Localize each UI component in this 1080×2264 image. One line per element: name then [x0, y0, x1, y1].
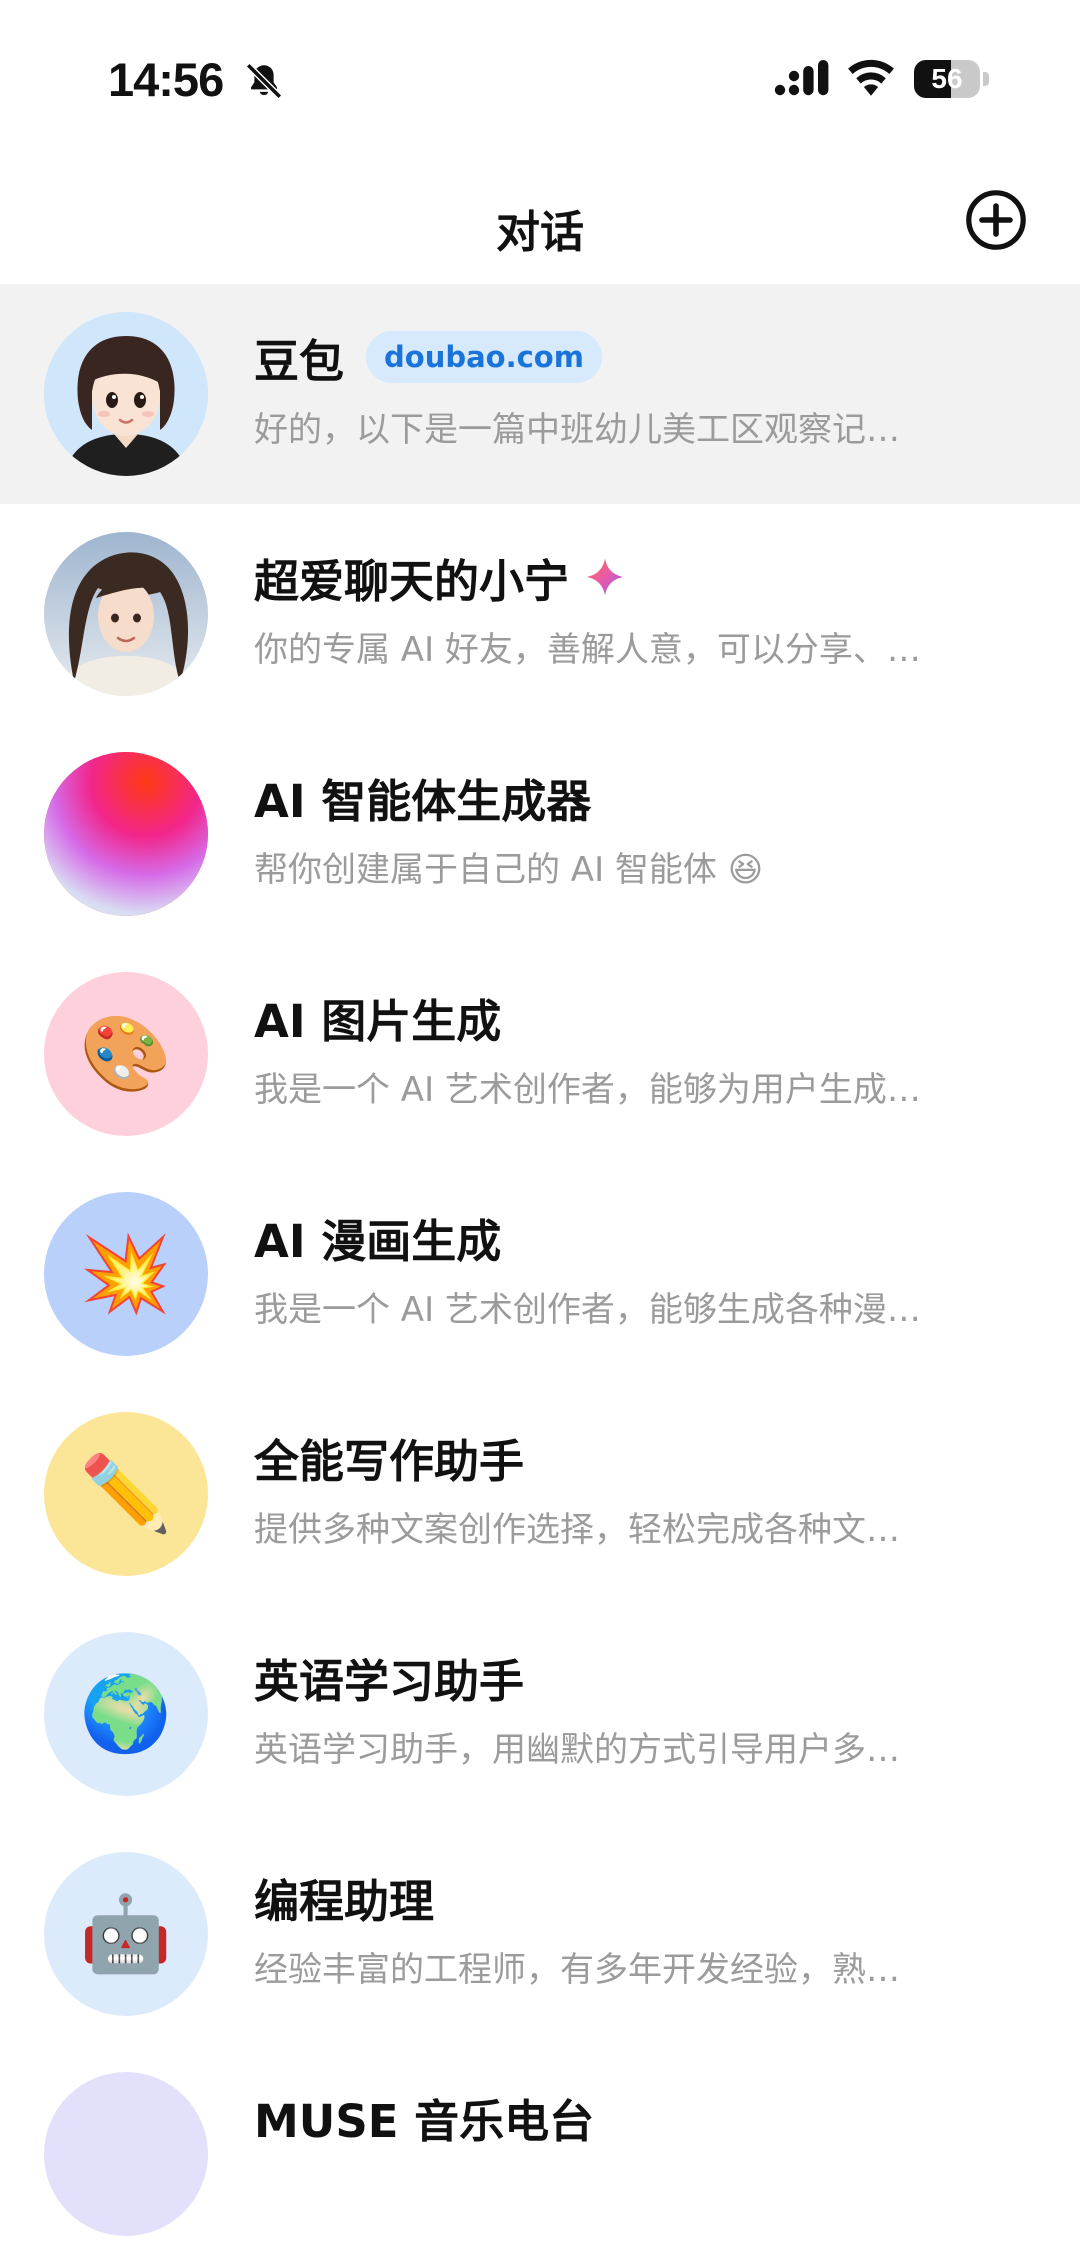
wifi-icon — [848, 59, 894, 96]
avatar[interactable]: 🎨 — [44, 972, 208, 1136]
bell-slash-icon — [246, 63, 282, 99]
domain-badge: doubao.com — [366, 331, 602, 383]
conversation-row[interactable]: 🎨 AI 图片生成我是一个 AI 艺术创作者，能够为用户生成… — [0, 944, 1080, 1164]
conversation-row[interactable]: AI 智能体生成器帮你创建属于自己的 AI 智能体 😆 — [0, 724, 1080, 944]
header: 对话 — [0, 150, 1080, 282]
conversation-row[interactable]: 豆包 doubao.com 好的，以下是一篇中班幼儿美工区观察记… — [0, 284, 1080, 504]
conversation-preview: 你的专属 AI 好友，善解人意，可以分享、… — [254, 630, 921, 670]
status-bar: 14:56 56 — [0, 0, 1080, 150]
conversation-list: 豆包 doubao.com 好的，以下是一篇中班幼儿美工区观察记… 超爱聊天的小宁你… — [0, 284, 1080, 2264]
conversation-preview: 我是一个 AI 艺术创作者，能够生成各种漫… — [254, 1290, 921, 1330]
avatar-icon: 🌍 — [79, 1671, 173, 1757]
conversation-name: 豆包 — [254, 334, 345, 388]
avatar-icon: 🎨 — [79, 1011, 173, 1097]
conversation-title-line: 豆包 doubao.com — [254, 326, 602, 388]
battery-icon: 56 — [914, 60, 992, 100]
avatar[interactable] — [44, 752, 208, 916]
conversation-preview: 经验丰富的工程师，有多年开发经验，熟… — [254, 1950, 900, 1990]
conversation-name: AI 漫画生成 — [254, 1214, 502, 1268]
conversation-row[interactable]: MUSE 音乐电台 — [0, 2044, 1080, 2264]
avatar[interactable] — [44, 532, 208, 696]
conversation-name: AI 图片生成 — [254, 994, 502, 1048]
conversation-title-line: 编程助理 — [254, 1866, 434, 1928]
status-time: 14:56 — [108, 53, 224, 106]
avatar[interactable] — [44, 2072, 208, 2236]
conversation-row[interactable]: 🤖 编程助理经验丰富的工程师，有多年开发经验，熟… — [0, 1824, 1080, 2044]
conversation-title-line: AI 漫画生成 — [254, 1206, 501, 1268]
avatar[interactable]: ✏️ — [44, 1412, 208, 1576]
conversation-row[interactable]: ✏️ 全能写作助手提供多种文案创作选择，轻松完成各种文… — [0, 1384, 1080, 1604]
conversation-preview: 提供多种文案创作选择，轻松完成各种文… — [254, 1510, 900, 1550]
sparkle-icon — [586, 558, 624, 596]
conversation-title-line: MUSE 音乐电台 — [254, 2086, 594, 2148]
conversation-title-line: AI 智能体生成器 — [254, 766, 591, 828]
conversation-name: AI 智能体生成器 — [254, 774, 592, 828]
avatar[interactable]: 🤖 — [44, 1852, 208, 2016]
conversation-preview: 英语学习助手，用幽默的方式引导用户多… — [254, 1730, 900, 1770]
conversation-preview: 帮你创建属于自己的 AI 智能体 😆 — [254, 850, 764, 890]
conversation-row[interactable]: 🌍 英语学习助手英语学习助手，用幽默的方式引导用户多… — [0, 1604, 1080, 1824]
conversation-row[interactable]: 超爱聊天的小宁你的专属 AI 好友，善解人意，可以分享、… — [0, 504, 1080, 724]
conversation-title-line: AI 图片生成 — [254, 986, 501, 1048]
conversation-title-line: 全能写作助手 — [254, 1426, 524, 1488]
avatar[interactable] — [44, 312, 208, 476]
battery-percent: 56 — [931, 63, 963, 94]
avatar-icon: 🤖 — [79, 1891, 173, 1977]
battery-body: 56 — [914, 60, 980, 98]
conversation-name: 编程助理 — [254, 1874, 435, 1928]
conversation-name: MUSE 音乐电台 — [254, 2094, 595, 2148]
avatar[interactable]: 🌍 — [44, 1632, 208, 1796]
avatar-icon: ✏️ — [79, 1451, 173, 1537]
avatar-icon: 💥 — [79, 1231, 173, 1317]
conversation-name: 超爱聊天的小宁 — [254, 554, 570, 608]
conversation-row[interactable]: 💥 AI 漫画生成我是一个 AI 艺术创作者，能够生成各种漫… — [0, 1164, 1080, 1384]
battery-cap — [983, 72, 989, 86]
conversation-name: 英语学习助手 — [254, 1654, 525, 1708]
conversation-preview: 好的，以下是一篇中班幼儿美工区观察记… — [254, 410, 900, 450]
plus-circle-icon[interactable] — [964, 188, 1028, 252]
page-title: 对话 — [496, 207, 584, 258]
avatar[interactable]: 💥 — [44, 1192, 208, 1356]
cellular-signal-icon — [774, 60, 829, 96]
conversation-name: 全能写作助手 — [254, 1434, 525, 1488]
conversation-title-line: 超爱聊天的小宁 — [254, 546, 625, 608]
conversation-preview: 我是一个 AI 艺术创作者，能够为用户生成… — [254, 1070, 921, 1110]
conversation-title-line: 英语学习助手 — [254, 1646, 524, 1708]
